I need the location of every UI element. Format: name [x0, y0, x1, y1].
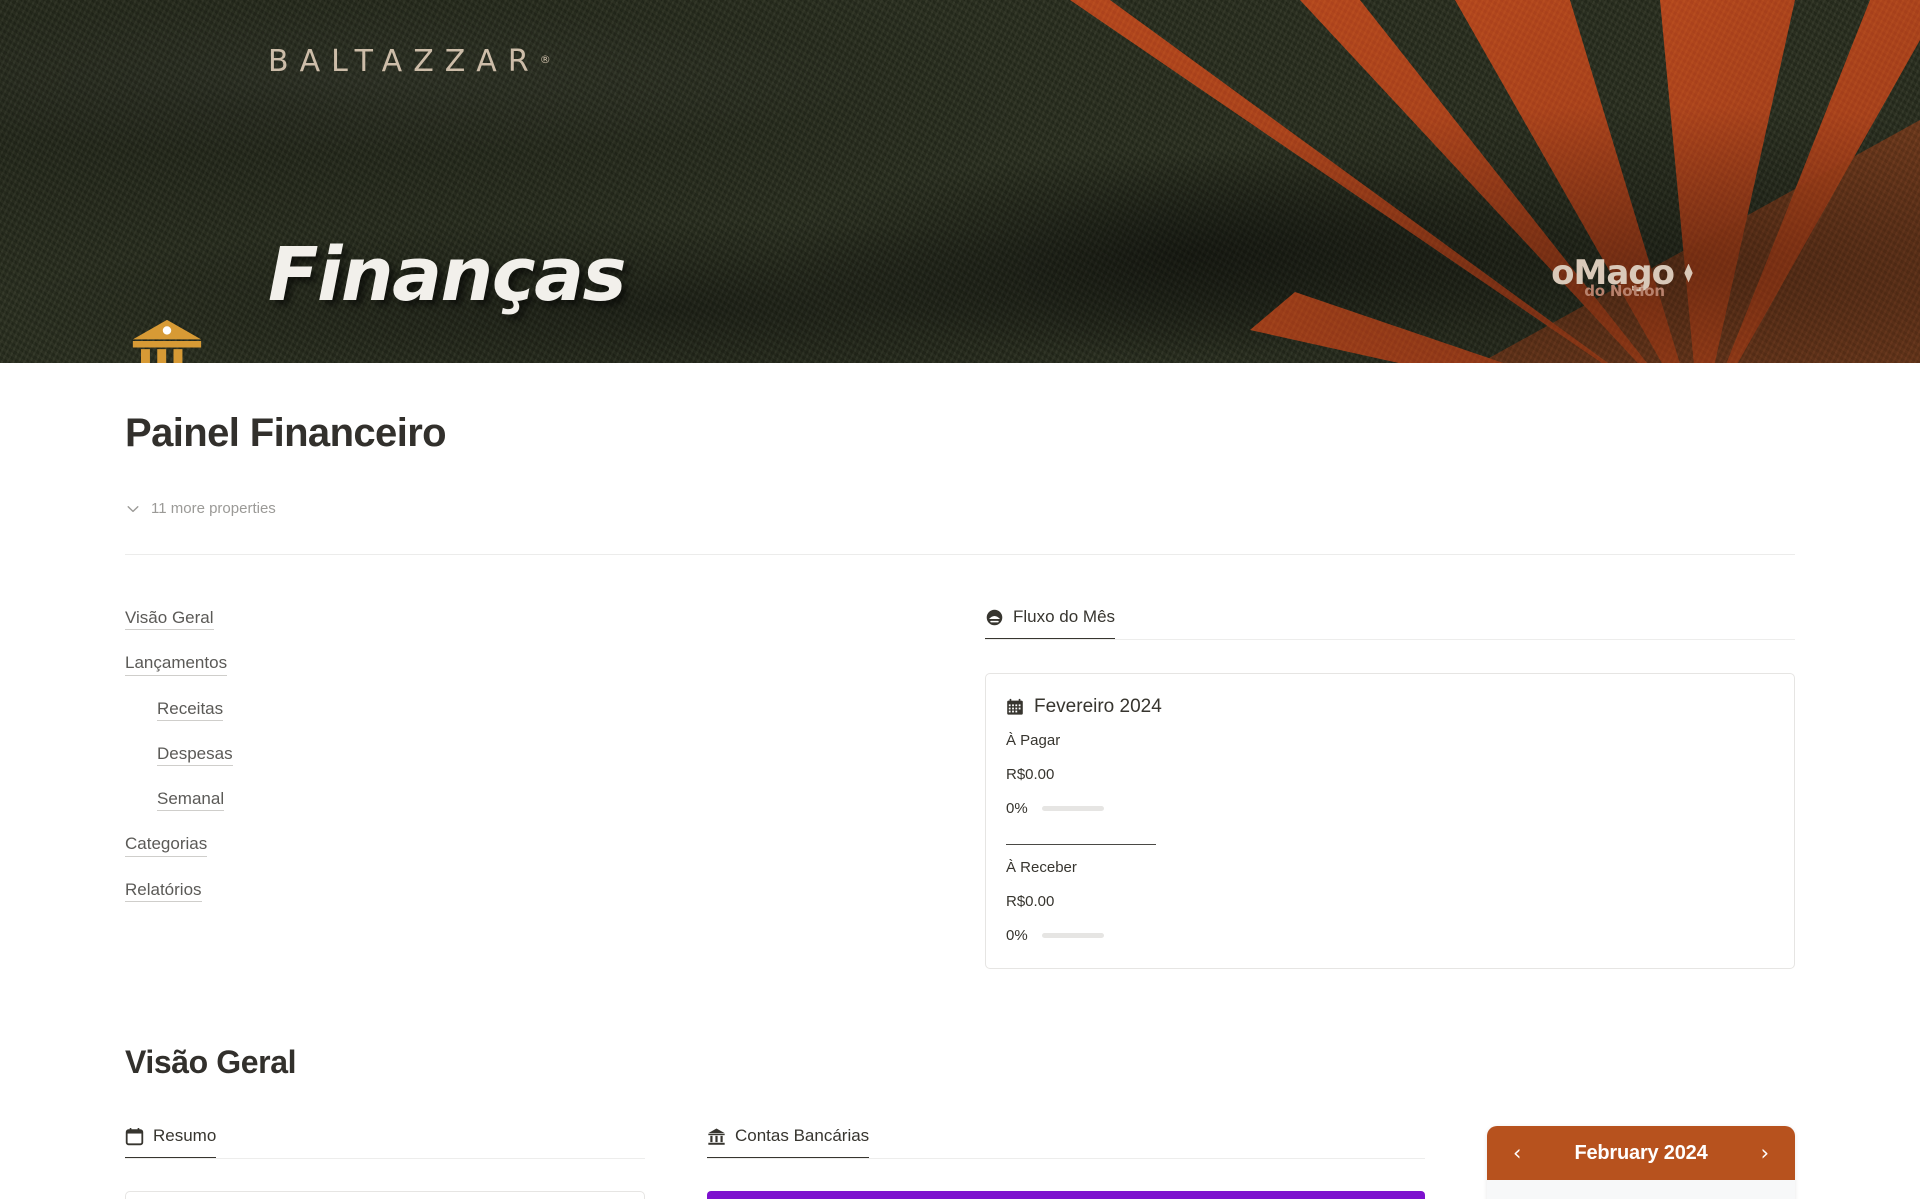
fluxo-card-month: Fevereiro 2024 — [1006, 696, 1774, 718]
section-divider — [125, 554, 1795, 555]
bank-icon — [708, 1128, 725, 1145]
calendar-next-month-button[interactable]: › — [1755, 1142, 1775, 1164]
page-links-column: Visão Geral Lançamentos Receitas Despesa… — [125, 607, 985, 924]
nav-link-despesas[interactable]: Despesas — [157, 743, 233, 766]
calendar-prev-month-button[interactable]: ‹ — [1507, 1142, 1527, 1164]
brand-logo: BALTAZZAR® — [268, 44, 551, 79]
nav-link-categorias[interactable]: Categorias — [125, 833, 208, 857]
card-inner-rule — [1006, 844, 1156, 845]
nav-link-relatorios[interactable]: Relatórios — [125, 879, 202, 902]
tab-contas-bancarias[interactable]: Contas Bancárias — [707, 1126, 870, 1159]
section-title-visao-geral: Visão Geral — [125, 1044, 297, 1080]
mid-section: Visão Geral Lançamentos Receitas Despesa… — [125, 607, 1795, 969]
calendar-title: February 2024 — [1574, 1141, 1708, 1164]
resumo-card[interactable]: Fevereiro 2024 — [125, 1191, 645, 1199]
page-banner: BALTAZZAR® Finanças oMago do Notion — [0, 0, 1920, 363]
metric-a-receber-percent: 0% — [1006, 927, 1028, 944]
nav-link-semanal[interactable]: Semanal — [157, 788, 225, 812]
fluxo-do-mes-panel: Fluxo do Mês Fevereiro 2024 À Pagar R$0.… — [985, 607, 1795, 969]
partner-logo: oMago do Notion — [1551, 256, 1698, 299]
resumo-panel: Resumo — [125, 1126, 645, 1199]
tab-contas-label: Contas Bancárias — [735, 1126, 870, 1145]
calendar-widget[interactable]: ‹ February 2024 › S M T W T F S — [1487, 1126, 1795, 1199]
more-properties-label: 11 more properties — [151, 500, 276, 517]
overview-grid: Resumo Contas Bancárias ‹ February 2024 … — [125, 1126, 1795, 1199]
contas-bancarias-panel: Contas Bancárias — [707, 1126, 1425, 1199]
nav-link-visao-geral[interactable]: Visão Geral — [125, 607, 214, 631]
conta-bancaria-item[interactable] — [707, 1191, 1425, 1199]
metric-a-pagar-label: À Pagar — [1006, 732, 1061, 749]
metric-a-receber-value: R$0.00 — [1006, 893, 1055, 910]
tab-fluxo-do-mes[interactable]: Fluxo do Mês — [985, 607, 1116, 640]
metric-a-receber-progress: 0% — [1006, 927, 1774, 944]
main-content: Painel Financeiro 11 more properties Vis… — [0, 411, 1920, 1199]
chevron-down-icon — [127, 505, 139, 512]
progress-bar-track — [1041, 933, 1104, 938]
tab-resumo-label: Resumo — [153, 1126, 217, 1145]
tab-fluxo-label: Fluxo do Mês — [1013, 607, 1116, 626]
nav-link-receitas[interactable]: Receitas — [157, 698, 224, 721]
calendar-icon — [1007, 698, 1023, 715]
metric-a-pagar-progress: 0% — [1006, 800, 1774, 817]
tab-rail — [707, 1158, 1425, 1159]
brand-logo-text: BALTAZZAR — [268, 44, 540, 79]
flow-circle-icon — [986, 609, 1003, 625]
page-title: Painel Financeiro — [125, 411, 447, 455]
progress-bar-track — [1041, 806, 1104, 811]
bank-icon — [132, 319, 202, 363]
metric-a-receber-label: À Receber — [1006, 859, 1077, 876]
metric-a-receber: À Receber R$0.00 0% — [1006, 859, 1774, 944]
metric-a-pagar-percent: 0% — [1006, 800, 1028, 817]
tab-rail — [985, 639, 1795, 640]
metric-a-pagar: À Pagar R$0.00 0% — [1006, 732, 1774, 817]
metric-a-pagar-value: R$0.00 — [1006, 766, 1055, 783]
fluxo-card[interactable]: Fevereiro 2024 À Pagar R$0.00 0% À Receb… — [985, 673, 1795, 969]
calendar-icon — [125, 1127, 144, 1145]
diamond-icon — [1684, 263, 1693, 283]
tab-resumo[interactable]: Resumo — [125, 1126, 217, 1159]
brand-registered-mark: ® — [539, 53, 551, 66]
banner-title: Finanças — [268, 232, 627, 318]
calendar-header: ‹ February 2024 › — [1487, 1126, 1795, 1180]
calendar-panel: ‹ February 2024 › S M T W T F S — [1487, 1126, 1795, 1199]
calendar-weekday-row: S M T W T F S — [1487, 1180, 1795, 1199]
fluxo-month-label: Fevereiro 2024 — [1034, 696, 1162, 717]
nav-link-lancamentos[interactable]: Lançamentos — [125, 652, 228, 676]
page-links-list: Visão Geral Lançamentos Receitas Despesa… — [125, 607, 985, 924]
tab-rail — [125, 1158, 645, 1159]
more-properties-toggle[interactable]: 11 more properties — [125, 500, 276, 517]
